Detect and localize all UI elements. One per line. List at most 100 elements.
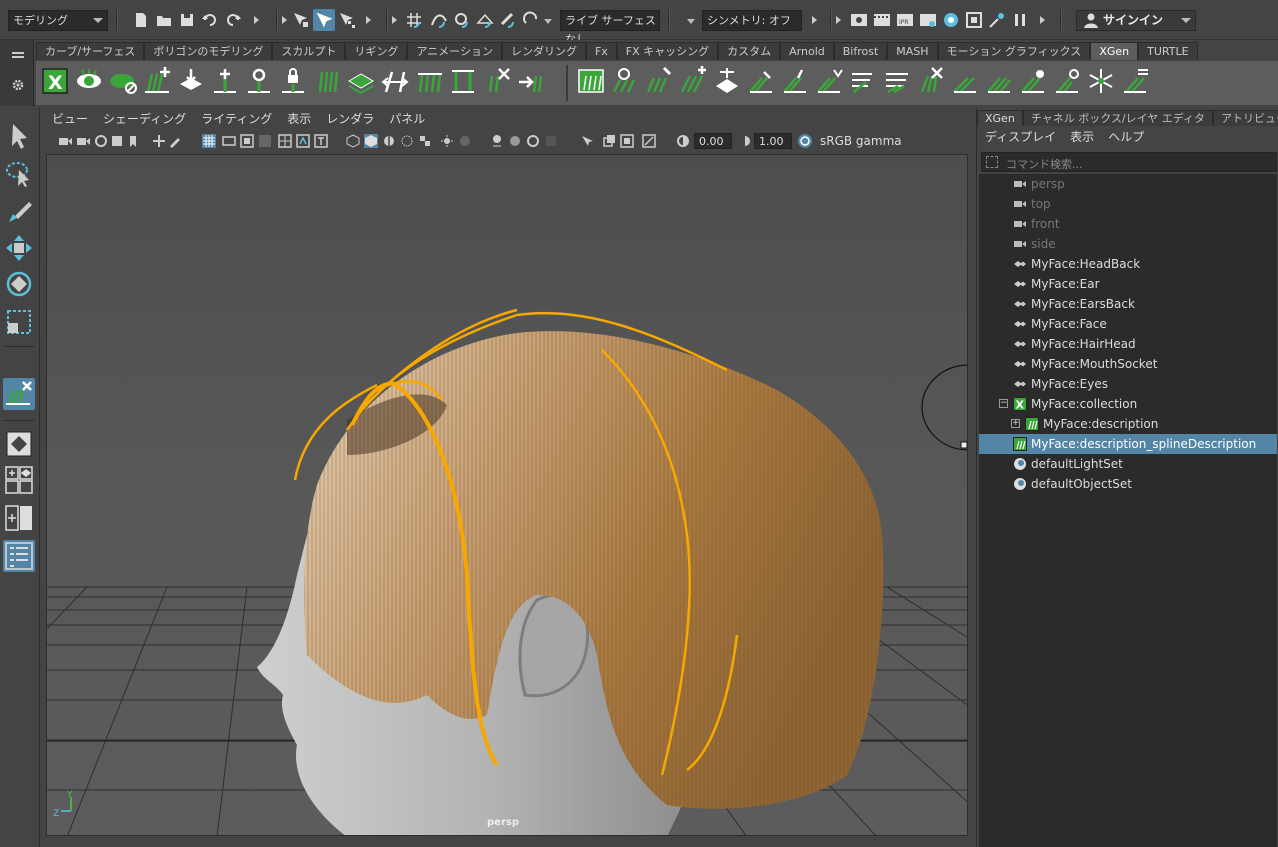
tab-xgen[interactable]: XGen — [977, 110, 1023, 126]
shelf-tab[interactable]: FX キャッシング — [616, 42, 719, 60]
gamma-field[interactable]: 1.00 — [754, 133, 792, 149]
checker-icon[interactable] — [418, 134, 432, 148]
signin-button[interactable]: サインイン — [1076, 10, 1196, 31]
list-item[interactable]: defaultLightSet — [979, 454, 1277, 474]
four-pane-layout-icon[interactable] — [3, 464, 35, 496]
xray-joints-icon[interactable] — [508, 134, 522, 148]
guide-delete-icon[interactable] — [482, 66, 512, 96]
snap-point-icon[interactable] — [453, 11, 471, 29]
use-all-lights-icon[interactable] — [440, 134, 454, 148]
collapse-toggle-icon[interactable] — [254, 16, 259, 24]
menu-show[interactable]: 表示 — [1070, 126, 1094, 148]
list-item[interactable]: MyFace:Eyes — [979, 374, 1277, 394]
image-plane-icon[interactable] — [126, 134, 140, 148]
menu-lighting[interactable]: ライティング — [201, 108, 272, 130]
snap-curve-icon[interactable] — [430, 11, 448, 29]
igs-smooth-icon[interactable] — [848, 66, 878, 96]
field-chart-icon[interactable] — [278, 134, 292, 148]
menu-help[interactable]: ヘルプ — [1108, 126, 1144, 148]
color-space-label[interactable]: sRGB gamma — [816, 133, 966, 149]
list-item[interactable]: top — [979, 194, 1277, 214]
exposure-icon[interactable] — [676, 134, 690, 148]
guide-add-icon[interactable] — [210, 66, 240, 96]
rotate-tool-icon[interactable] — [3, 268, 35, 300]
list-item[interactable]: MyFace:Face — [979, 314, 1277, 334]
aa-icon[interactable] — [602, 134, 616, 148]
list-item[interactable]: defaultObjectSet — [979, 474, 1277, 494]
exposure-field[interactable]: 0.00 — [694, 133, 732, 149]
igs-width-icon[interactable] — [984, 66, 1014, 96]
list-item[interactable]: side — [979, 234, 1277, 254]
render-frame-icon[interactable] — [873, 11, 891, 29]
safe-action-icon[interactable] — [296, 134, 310, 148]
gamma-icon[interactable] — [738, 134, 752, 148]
list-item[interactable]: + MyFace:description — [979, 414, 1277, 434]
xray-components-icon[interactable] — [526, 134, 540, 148]
save-scene-icon[interactable] — [178, 11, 196, 29]
resolution-gate-icon[interactable] — [240, 134, 254, 148]
motion-blur-icon[interactable] — [642, 134, 656, 148]
guide-comb-icon[interactable] — [312, 66, 342, 96]
collapse-toggle-icon[interactable] — [836, 16, 841, 24]
menu-panels[interactable]: パネル — [389, 108, 425, 130]
tab-channel-box[interactable]: チャネル ボックス/レイヤ エディタ — [1022, 110, 1213, 126]
scale-tool-icon[interactable] — [3, 306, 35, 338]
igs-settings-icon[interactable] — [1120, 66, 1150, 96]
add-guide-icon[interactable] — [176, 66, 206, 96]
gear-icon[interactable] — [11, 78, 25, 92]
xgen-editor-icon[interactable]: X — [40, 66, 70, 96]
shelf-tab[interactable]: カスタム — [718, 42, 781, 60]
list-item[interactable]: MyFace:HeadBack — [979, 254, 1277, 274]
igs-part-icon[interactable] — [950, 66, 980, 96]
undo-icon[interactable] — [201, 11, 219, 29]
outliner-layout-icon[interactable] — [3, 540, 35, 572]
camera-attributes-icon[interactable] — [94, 134, 108, 148]
ambient-occlusion-icon[interactable] — [620, 134, 634, 148]
default-material-icon[interactable] — [382, 134, 396, 148]
igs-freeze-icon[interactable] — [1018, 66, 1048, 96]
xgen-active-tool-icon[interactable] — [3, 378, 35, 410]
select-hierarchy-icon[interactable] — [292, 11, 310, 29]
two-d-pan-icon[interactable] — [152, 134, 166, 148]
list-item[interactable]: MyFace:EarsBack — [979, 294, 1277, 314]
xray-icon[interactable] — [490, 134, 504, 148]
shelf-menu-icon[interactable] — [12, 52, 24, 54]
open-scene-icon[interactable] — [155, 11, 173, 29]
groom-region-icon[interactable] — [346, 66, 376, 96]
safe-title-icon[interactable] — [314, 134, 328, 148]
collapse-toggle-icon[interactable] — [1040, 16, 1045, 24]
list-item-selected[interactable]: MyFace:description_splineDescription — [979, 434, 1277, 454]
expand-icon[interactable]: + — [1011, 419, 1020, 428]
menu-renderer[interactable]: レンダラ — [326, 108, 374, 130]
igs-noise-icon[interactable] — [882, 66, 912, 96]
igs-grab-icon[interactable] — [814, 66, 844, 96]
isolate-select-icon[interactable] — [544, 134, 558, 148]
two-pane-layout-icon[interactable] — [3, 502, 35, 534]
igs-length-icon[interactable] — [746, 66, 776, 96]
menu-display[interactable]: ディスプレイ — [985, 126, 1056, 148]
shelf-tab[interactable]: リギング — [345, 42, 408, 60]
collapse-toggle-icon[interactable] — [392, 16, 397, 24]
camera-select-icon[interactable] — [58, 134, 72, 148]
igs-cut-icon[interactable] — [780, 66, 810, 96]
guide-length-icon[interactable] — [448, 66, 478, 96]
collapse-toggle-icon[interactable] — [812, 16, 817, 24]
3d-viewport[interactable]: Y Z persp — [46, 154, 968, 836]
light-editor-icon[interactable] — [988, 11, 1006, 29]
color-management-icon[interactable] — [798, 134, 812, 148]
shelf-tab[interactable]: Bifrost — [833, 42, 888, 60]
guide-sculpt-icon[interactable] — [244, 66, 274, 96]
bookmark-icon[interactable] — [110, 134, 124, 148]
lasso-tool-icon[interactable] — [3, 158, 35, 190]
snap-grid-icon[interactable] — [405, 11, 423, 29]
shadows-icon[interactable] — [458, 134, 472, 148]
move-tool-icon[interactable] — [3, 232, 35, 264]
menu-view[interactable]: ビュー — [52, 108, 88, 130]
shelf-tab[interactable]: アニメーション — [407, 42, 502, 60]
create-guide-icon[interactable] — [142, 66, 172, 96]
hud-icon[interactable] — [580, 134, 594, 148]
collapse-toggle-icon[interactable] — [366, 16, 371, 24]
select-object-icon[interactable] — [313, 9, 335, 31]
guide-normalize-icon[interactable] — [414, 66, 444, 96]
grease-pencil-icon[interactable] — [168, 134, 182, 148]
